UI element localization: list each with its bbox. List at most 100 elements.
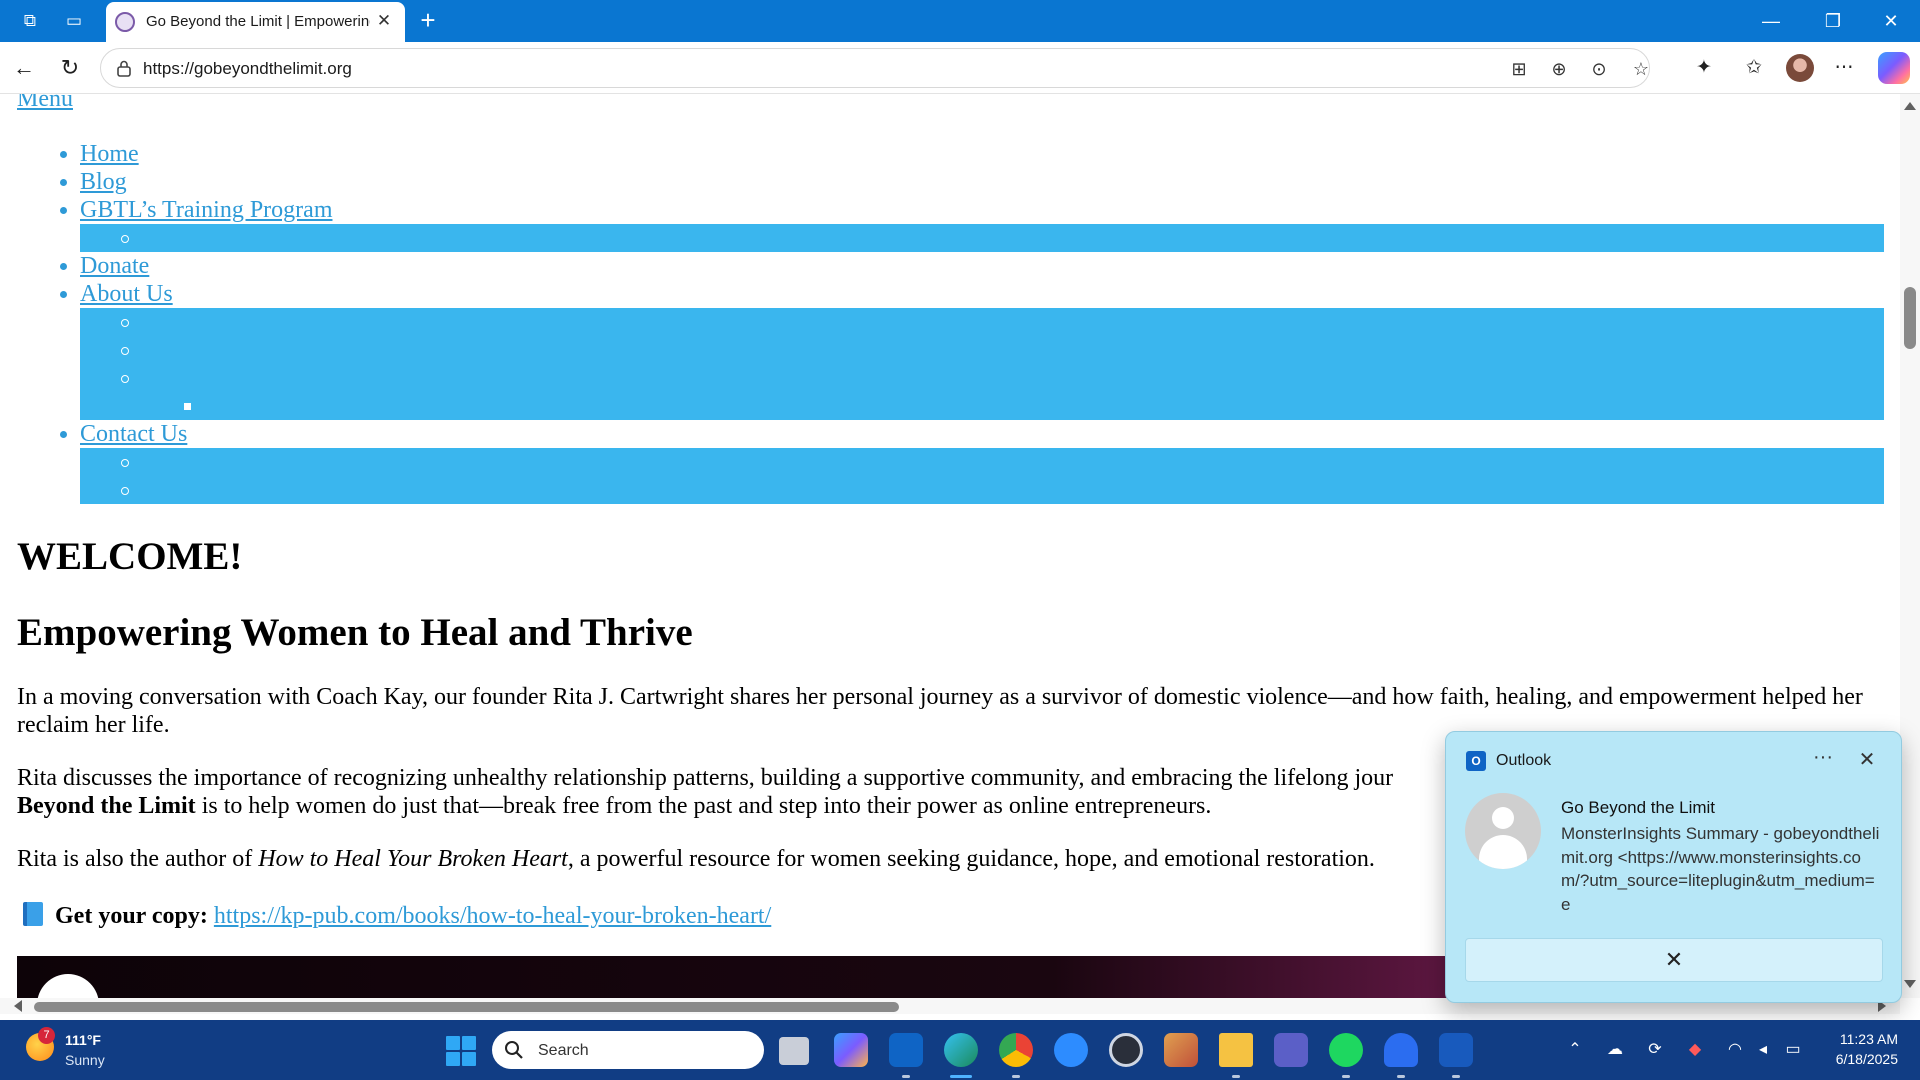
scroll-up-arrow-icon[interactable] [1904,102,1916,110]
teams-app-icon[interactable] [1274,1033,1308,1067]
nav-link-training[interactable]: GBTL’s Training Program [80,197,332,223]
vertical-scroll-thumb[interactable] [1904,287,1916,349]
vertical-tabs-icon[interactable]: ▭ [60,7,88,35]
new-tab-button[interactable]: + [412,6,444,36]
file-explorer-icon[interactable] [1219,1033,1253,1067]
edge-app-icon[interactable] [944,1033,978,1067]
restore-icon[interactable]: ❐ [1804,0,1862,42]
favorites-icon[interactable]: ✩ [1738,52,1770,84]
chevron-up-icon[interactable]: ⌃ [1564,1039,1586,1061]
refresh-icon[interactable]: ↻ [54,52,86,84]
sync-icon[interactable]: ⟳ [1644,1039,1666,1061]
nested-submenu-item[interactable] [80,392,1884,420]
camera-app-icon[interactable] [1109,1033,1143,1067]
copilot-icon[interactable] [1878,52,1910,84]
submenu-bullet [121,375,129,383]
dropbox-icon[interactable]: ◆ [1684,1039,1706,1061]
notification-app-name: Outlook [1496,752,1552,769]
window-close-icon[interactable]: ✕ [1862,0,1920,42]
weather-badge: 7 [38,1027,55,1044]
search-placeholder: Search [538,1042,589,1059]
book-icon [23,902,43,926]
list-bullet [60,151,67,158]
site-favicon-icon [115,12,135,32]
arc-app-icon[interactable] [1384,1033,1418,1067]
tab-close-icon[interactable]: ✕ [373,10,395,32]
notification-dismiss-button[interactable]: ✕ [1465,938,1883,982]
list-bullet [60,179,67,186]
about-submenu [80,308,1884,420]
start-windows-icon[interactable] [446,1036,476,1066]
url-text[interactable]: https://gobeyondthelimit.org [143,59,352,79]
notification-more-icon[interactable]: ··· [1805,742,1841,778]
vertical-scrollbar[interactable] [1900,94,1920,998]
settings-more-icon[interactable]: ⋯ [1828,52,1860,84]
clock-date[interactable]: 6/18/2025 [1818,1051,1898,1067]
empower-heading: Empowering Women to Heal and Thrive [17,611,693,654]
submenu-bullet [121,487,129,495]
battery-icon[interactable]: ▭ [1782,1039,1804,1061]
nav-link-donate[interactable]: Donate [80,253,149,279]
taskbar: 7 111°F Sunny Search ⌃ ☁ ⟳ ◆ ◠ ◂ ▭ 11:23… [0,1020,1920,1080]
nav-link-contact[interactable]: Contact Us [80,421,187,447]
submenu-bullet [121,459,129,467]
app-available-icon[interactable]: ⊞ [1505,55,1533,83]
nav-item-contact: Contact Us [60,420,1884,504]
outlook-app-icon[interactable] [889,1033,923,1067]
nav-link-blog[interactable]: Blog [80,169,127,195]
nav-link-home[interactable]: Home [80,141,139,167]
running-indicator [1232,1075,1240,1078]
people-app-icon[interactable] [1164,1033,1198,1067]
start-tile [462,1052,476,1066]
submenu-item[interactable] [80,308,1884,336]
taskbar-search[interactable]: Search [492,1031,764,1069]
weather-temperature[interactable]: 111°F [65,1032,101,1048]
nav-item-about: About Us [60,280,1884,420]
avatar-head [1492,807,1514,829]
submenu-item[interactable] [80,364,1884,392]
submenu-item[interactable] [80,448,1884,476]
weather-condition[interactable]: Sunny [65,1052,105,1068]
start-tile [446,1052,460,1066]
address-bar[interactable]: https://gobeyondthelimit.org ⊞ ⊕ ⊙ ☆ [100,48,1650,88]
chrome-app-icon[interactable] [999,1033,1033,1067]
more-page-options-icon[interactable]: ⊙ [1585,55,1613,83]
onedrive-cloud-icon[interactable]: ☁ [1604,1039,1626,1061]
notification-close-icon[interactable]: ✕ [1849,742,1885,778]
submenu-bullet [121,235,129,243]
profile-avatar[interactable] [1786,54,1814,82]
outlook-notification[interactable]: O Outlook ··· ✕ Go Beyond the Limit Mons… [1445,731,1902,1003]
volume-icon[interactable]: ◂ [1752,1039,1774,1061]
minimize-icon[interactable]: — [1742,0,1800,42]
list-bullet [60,207,67,214]
running-indicator [1452,1075,1460,1078]
running-indicator [1397,1075,1405,1078]
book-link[interactable]: https://kp-pub.com/books/how-to-heal-you… [214,903,771,929]
wifi-icon[interactable]: ◠ [1724,1039,1746,1061]
lock-icon[interactable] [115,59,133,77]
menu-link[interactable]: Menu [17,94,73,113]
extensions-icon[interactable]: ✦ [1688,52,1720,84]
task-view-icon[interactable] [779,1037,809,1065]
spotify-app-icon[interactable] [1329,1033,1363,1067]
copilot-app-icon[interactable] [834,1033,868,1067]
submenu-item[interactable] [80,336,1884,364]
scroll-left-arrow-icon[interactable] [14,1000,22,1012]
sender-avatar-icon [1465,793,1541,869]
submenu-item[interactable] [80,224,1884,252]
clock-time[interactable]: 11:23 AM [1818,1031,1898,1047]
submenu-bullet [121,319,129,327]
scroll-down-arrow-icon[interactable] [1904,980,1916,988]
zoom-app-icon[interactable] [1054,1033,1088,1067]
word-app-icon[interactable] [1439,1033,1473,1067]
running-indicator [1342,1075,1350,1078]
horizontal-scroll-thumb[interactable] [34,1002,899,1012]
favorite-star-icon[interactable]: ☆ [1627,55,1655,83]
back-arrow-icon[interactable]: ← [8,52,40,84]
workspaces-icon[interactable]: ⧉ [16,7,44,35]
active-tab[interactable]: Go Beyond the Limit | Empowering Women t… [106,2,405,42]
zoom-icon[interactable]: ⊕ [1545,55,1573,83]
nav-link-about[interactable]: About Us [80,281,173,307]
nav-item-training: GBTL’s Training Program [60,196,1884,252]
submenu-item[interactable] [80,476,1884,504]
